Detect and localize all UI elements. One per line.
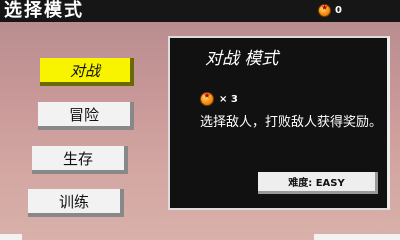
difficulty-button[interactable]: 难度: EASY bbox=[258, 172, 378, 194]
bottom-right-button[interactable] bbox=[314, 234, 400, 240]
mode-title: 对战 模式 bbox=[205, 49, 279, 69]
mode-button-battle[interactable]: 对战 bbox=[40, 58, 134, 86]
reward-count: × 3 bbox=[219, 93, 238, 105]
mode-button-survival[interactable]: 生存 bbox=[32, 146, 128, 174]
coin-count: 0 bbox=[335, 5, 342, 16]
mode-description: 选择敌人，打败敌人获得奖励。 bbox=[200, 115, 383, 130]
top-bar: 选择模式 0 bbox=[0, 0, 400, 22]
page-title: 选择模式 bbox=[4, 0, 84, 21]
reward-row: × 3 bbox=[200, 91, 238, 106]
coin-counter: 0 bbox=[318, 3, 342, 17]
dragon-ball-icon bbox=[200, 91, 214, 106]
dragon-ball-icon bbox=[318, 3, 332, 17]
bottom-left-button[interactable] bbox=[0, 234, 22, 240]
mode-button-adventure[interactable]: 冒险 bbox=[38, 102, 134, 130]
mode-button-training[interactable]: 训练 bbox=[28, 189, 124, 217]
mode-info-panel: 对战 模式 × 3 选择敌人，打败敌人获得奖励。 难度: EASY bbox=[168, 36, 390, 210]
